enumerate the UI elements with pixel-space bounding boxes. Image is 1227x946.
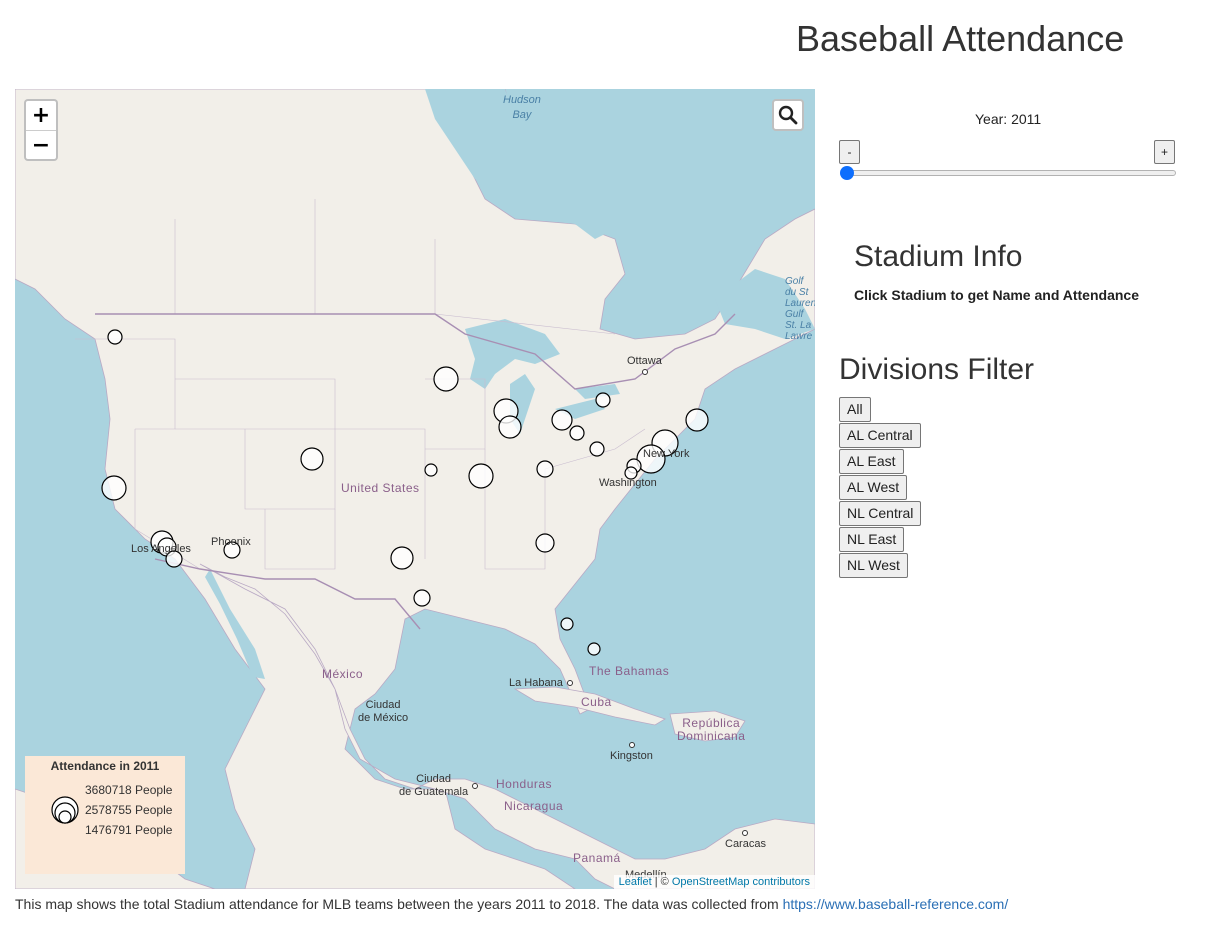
map-label-la-habana: La Habana [509, 677, 563, 689]
zoom-out-button[interactable]: − [26, 130, 56, 160]
footer-note: This map shows the total Stadium attenda… [15, 896, 1008, 912]
year-decrement-button[interactable]: - [839, 140, 860, 164]
stadium-marker[interactable] [551, 409, 573, 431]
map-label-gulf-st-lawrence: Golf du St Lauren Gulf St. La Lawre [785, 276, 815, 342]
map-label-kingston: Kingston [610, 750, 653, 762]
divisions-filter-title: Divisions Filter [839, 353, 1035, 386]
filter-al-west-button[interactable]: AL West [839, 475, 908, 500]
osm-link[interactable]: OpenStreetMap contributors [672, 876, 810, 888]
map-label-phoenix: Phoenix [211, 536, 251, 548]
stadium-marker[interactable] [589, 441, 605, 457]
stadium-info-prompt: Click Stadium to get Name and Attendance [854, 287, 1139, 303]
attribution-separator: | © [651, 876, 672, 888]
map-label-hudson-bay: Hudson Bay [503, 94, 541, 121]
map-search-button[interactable] [772, 99, 804, 131]
year-increment-button[interactable]: + [1154, 140, 1175, 164]
map-label-ottawa: Ottawa [627, 355, 662, 367]
attendance-map[interactable]: Hudson Bay Golf du St Lauren Gulf St. La… [15, 89, 815, 889]
legend-title: Attendance in 2011 [50, 759, 160, 773]
stadium-marker[interactable] [685, 408, 709, 432]
stadium-marker[interactable] [569, 425, 585, 441]
data-source-link[interactable]: https://www.baseball-reference.com/ [783, 896, 1009, 912]
footer-text: This map shows the total Stadium attenda… [15, 896, 783, 912]
map-label-republica-dominicana: República Dominicana [677, 716, 746, 743]
map-label-new-york: New York [643, 448, 690, 460]
stadium-marker[interactable] [300, 447, 324, 471]
stadium-marker[interactable] [468, 463, 494, 489]
zoom-in-button[interactable]: + [26, 101, 56, 130]
map-label-honduras: Honduras [496, 777, 553, 791]
stadium-marker[interactable] [413, 589, 431, 607]
map-label-bahamas: The Bahamas [589, 664, 670, 678]
map-label-mexico: México [322, 667, 364, 681]
map-label-cuba: Cuba [581, 695, 612, 709]
filter-al-central-button[interactable]: AL Central [839, 423, 921, 448]
stadium-marker[interactable] [107, 329, 123, 345]
page-title: Baseball Attendance [796, 18, 1125, 59]
map-label-ciudad-de-guatemala: Ciudad de Guatemala [399, 773, 469, 798]
year-slider-thumb[interactable] [840, 166, 854, 180]
stadium-marker[interactable] [535, 533, 555, 553]
year-slider[interactable] [842, 170, 1176, 176]
map-label-panama: Panamá [573, 851, 621, 865]
stadium-info-title: Stadium Info [854, 240, 1023, 273]
stadium-marker[interactable] [587, 642, 601, 656]
year-label: Year: 2011 [975, 111, 1042, 127]
stadium-marker[interactable] [433, 366, 459, 392]
leaflet-link[interactable]: Leaflet [619, 876, 652, 888]
map-label-washington: Washington [599, 477, 657, 489]
filter-nl-central-button[interactable]: NL Central [839, 501, 922, 526]
map-label-united-states: United States [341, 481, 420, 495]
legend-entry-small: 1476791 People [85, 823, 173, 837]
legend-entry-large: 3680718 People [85, 783, 173, 797]
map-label-nicaragua: Nicaragua [504, 799, 564, 813]
filter-nl-west-button[interactable]: NL West [839, 553, 908, 578]
stadium-marker[interactable] [101, 475, 127, 501]
stadium-marker[interactable] [536, 460, 554, 478]
stadium-marker[interactable] [560, 617, 574, 631]
zoom-control: + − [24, 99, 58, 161]
map-legend: Attendance in 2011 3680718 People 257875… [25, 756, 185, 874]
stadium-marker[interactable] [498, 415, 522, 439]
filter-nl-east-button[interactable]: NL East [839, 527, 905, 552]
legend-entry-medium: 2578755 People [85, 803, 173, 817]
stadium-marker[interactable] [390, 546, 414, 570]
stadium-marker[interactable] [595, 392, 611, 408]
map-attribution: Leaflet | © OpenStreetMap contributors [613, 875, 815, 889]
map-label-caracas: Caracas [725, 838, 766, 850]
filter-all-button[interactable]: All [839, 397, 871, 422]
stadium-marker[interactable] [424, 463, 438, 477]
search-icon [778, 105, 798, 125]
map-label-los-angeles: Los Angeles [131, 543, 191, 555]
legend-circles [51, 796, 79, 824]
filter-al-east-button[interactable]: AL East [839, 449, 904, 474]
map-label-ciudad-de-mexico: Ciudad de México [358, 699, 409, 724]
